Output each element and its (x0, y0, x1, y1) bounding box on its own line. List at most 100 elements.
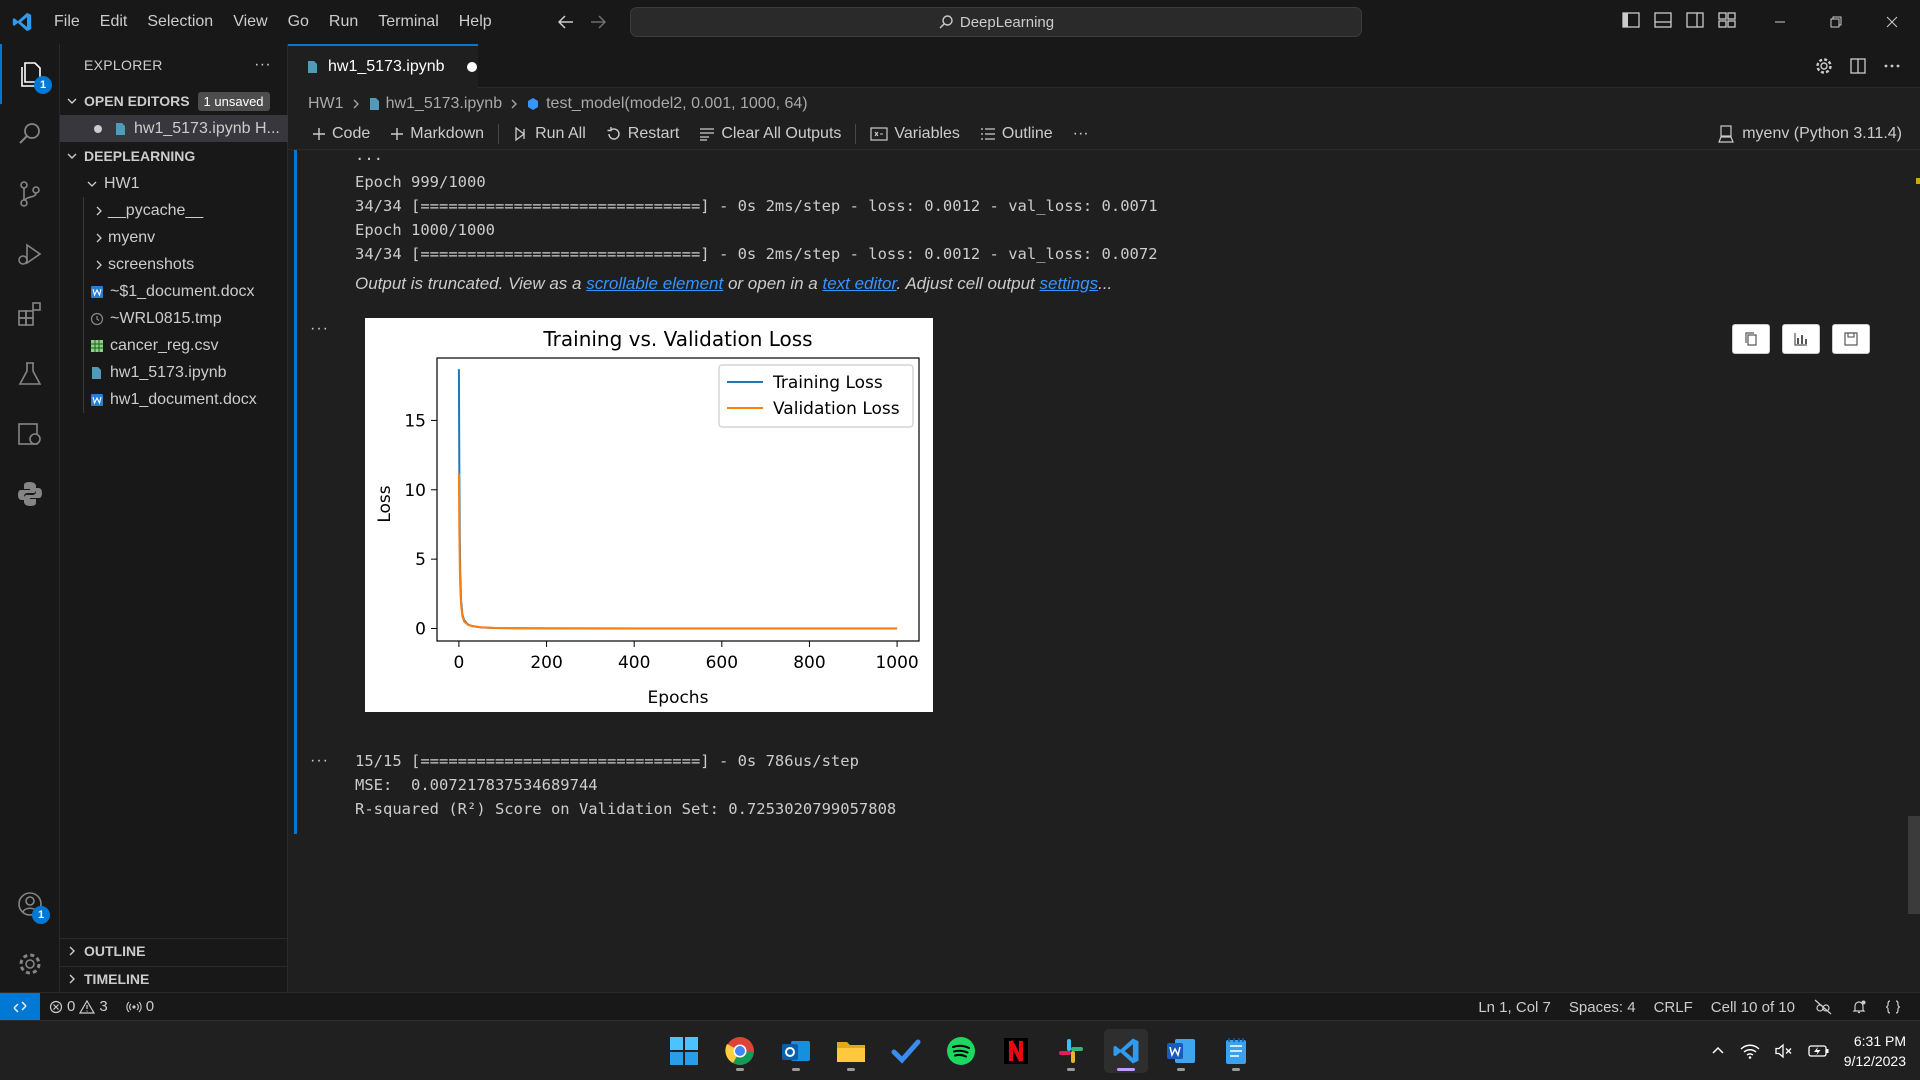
unsaved-dot-icon[interactable] (466, 62, 477, 72)
tree-item-tmp[interactable]: ~WRL0815.tmp (60, 305, 288, 332)
braces-icon[interactable] (1876, 999, 1910, 1015)
ports-indicator[interactable]: 0 (117, 998, 163, 1015)
chrome-app-icon[interactable] (718, 1029, 762, 1073)
battery-charging-icon[interactable] (1808, 1043, 1830, 1059)
breadcrumb-symbol[interactable]: test_model(model2, 0.001, 1000, 64) (546, 95, 808, 113)
menu-edit[interactable]: Edit (90, 7, 138, 37)
variables-button[interactable]: Variables (860, 120, 970, 148)
scrollable-element-link[interactable]: scrollable element (586, 274, 723, 293)
minimize-icon[interactable] (1752, 0, 1808, 44)
menu-help[interactable]: Help (449, 7, 502, 37)
clock[interactable]: 6:31 PM 9/12/2023 (1844, 1031, 1906, 1071)
netflix-app-icon[interactable] (994, 1029, 1038, 1073)
copilot-disabled-icon[interactable] (1804, 999, 1842, 1015)
word-app-icon[interactable] (1159, 1029, 1203, 1073)
tree-item-screenshots[interactable]: screenshots (60, 251, 288, 278)
run-debug-icon[interactable] (0, 224, 60, 284)
tree-item-csv[interactable]: cancer_reg.csv (60, 332, 288, 359)
save-image-button[interactable] (1832, 324, 1870, 354)
text-editor-link[interactable]: text editor (822, 274, 896, 293)
tree-item-pycache[interactable]: __pycache__ (60, 197, 288, 224)
add-markdown-cell-button[interactable]: Markdown (380, 120, 494, 148)
tree-item-docx[interactable]: hw1_document.docx (60, 386, 288, 413)
explorer-icon[interactable]: 1 (0, 44, 60, 104)
wifi-icon[interactable] (1740, 1043, 1760, 1059)
tab-hw1-notebook[interactable]: hw1_5173.ipynb (288, 44, 478, 88)
kernel-picker[interactable]: myenv (Python 3.11.4) (1718, 118, 1902, 150)
toggle-primary-sidebar-icon[interactable] (1620, 9, 1642, 31)
toolbar-more-button[interactable]: ··· (1063, 120, 1099, 148)
add-code-cell-button[interactable]: Code (302, 120, 380, 148)
menu-go[interactable]: Go (278, 7, 319, 37)
accounts-icon[interactable]: 1 (0, 874, 60, 934)
slack-app-icon[interactable] (1049, 1029, 1093, 1073)
clock-file-icon (90, 312, 110, 326)
indentation[interactable]: Spaces: 4 (1560, 999, 1645, 1016)
notepad-app-icon[interactable] (1214, 1029, 1258, 1073)
command-center-search[interactable]: DeepLearning (630, 7, 1362, 37)
problems-indicator[interactable]: 0 3 (40, 998, 117, 1015)
remote-indicator[interactable] (0, 992, 40, 1021)
breadcrumb-folder[interactable]: HW1 (308, 95, 344, 113)
chart-x-label: Epochs (648, 688, 709, 708)
run-all-button[interactable]: Run All (503, 120, 596, 148)
split-editor-icon[interactable] (1848, 56, 1868, 76)
timeline-section[interactable]: TIMELINE (60, 966, 288, 990)
x-tick-label: 400 (618, 653, 650, 673)
breadcrumb-file[interactable]: hw1_5173.ipynb (386, 95, 503, 113)
menu-selection[interactable]: Selection (137, 7, 223, 37)
output-more-icon[interactable]: ··· (310, 320, 329, 338)
chevron-up-icon[interactable] (1710, 1043, 1726, 1059)
outline-button[interactable]: Outline (970, 120, 1063, 148)
editor-scrollbar-thumb[interactable] (1908, 816, 1920, 914)
todo-app-icon[interactable] (884, 1029, 928, 1073)
cursor-position[interactable]: Ln 1, Col 7 (1469, 999, 1560, 1016)
toggle-panel-icon[interactable] (1652, 9, 1674, 31)
notifications-bell-icon[interactable] (1842, 999, 1876, 1015)
output-more-icon[interactable]: ··· (310, 752, 329, 770)
extensions-icon[interactable] (0, 284, 60, 344)
loss-chart-svg: Training vs. Validation Loss Epochs Loss… (365, 318, 933, 712)
spotify-app-icon[interactable] (939, 1029, 983, 1073)
change-renderer-button[interactable] (1782, 324, 1820, 354)
tree-item-myenv[interactable]: myenv (60, 224, 288, 251)
tree-item-label: cancer_reg.csv (110, 336, 219, 354)
open-editor-item[interactable]: hw1_5173.ipynb H... (60, 115, 288, 142)
notebook-settings-gear-icon[interactable] (1814, 56, 1834, 76)
restart-button[interactable]: Restart (596, 120, 690, 148)
menu-view[interactable]: View (223, 7, 277, 37)
file-explorer-app-icon[interactable] (829, 1029, 873, 1073)
back-arrow-icon[interactable] (556, 8, 576, 36)
menu-terminal[interactable]: Terminal (368, 7, 448, 37)
outline-section[interactable]: OUTLINE (60, 938, 288, 962)
more-actions-icon[interactable] (1882, 56, 1902, 76)
menu-run[interactable]: Run (319, 7, 368, 37)
restore-icon[interactable] (1808, 0, 1864, 44)
volume-muted-icon[interactable] (1774, 1043, 1794, 1059)
testing-flask-icon[interactable] (0, 344, 60, 404)
source-control-icon[interactable] (0, 164, 60, 224)
python-icon[interactable] (0, 464, 60, 524)
workspace-section[interactable]: DEEPLEARNING (60, 144, 288, 168)
close-icon[interactable] (1864, 0, 1920, 44)
forward-arrow-icon[interactable] (588, 8, 608, 36)
clear-all-outputs-button[interactable]: Clear All Outputs (689, 120, 851, 148)
sidebar-more-icon[interactable]: ··· (254, 56, 271, 74)
copy-output-button[interactable] (1732, 324, 1770, 354)
tree-item-notebook[interactable]: hw1_5173.ipynb (60, 359, 288, 386)
toggle-secondary-sidebar-icon[interactable] (1684, 9, 1706, 31)
outlook-app-icon[interactable] (774, 1029, 818, 1073)
settings-gear-icon[interactable] (0, 934, 60, 994)
open-editors-section[interactable]: OPEN EDITORS 1 unsaved (60, 89, 288, 113)
start-windows-icon[interactable] (662, 1029, 706, 1073)
remote-explorer-icon[interactable] (0, 404, 60, 464)
vscode-app-icon[interactable] (1104, 1029, 1148, 1073)
customize-layout-icon[interactable] (1716, 9, 1738, 31)
menu-file[interactable]: File (44, 7, 90, 37)
line-endings[interactable]: CRLF (1645, 999, 1702, 1016)
tree-item-temp-docx[interactable]: ~$1_document.docx (60, 278, 288, 305)
search-view-icon[interactable] (0, 104, 60, 164)
settings-link[interactable]: settings (1040, 274, 1099, 293)
folder-hw1[interactable]: HW1 (60, 170, 288, 197)
cell-indicator[interactable]: Cell 10 of 10 (1702, 999, 1804, 1016)
